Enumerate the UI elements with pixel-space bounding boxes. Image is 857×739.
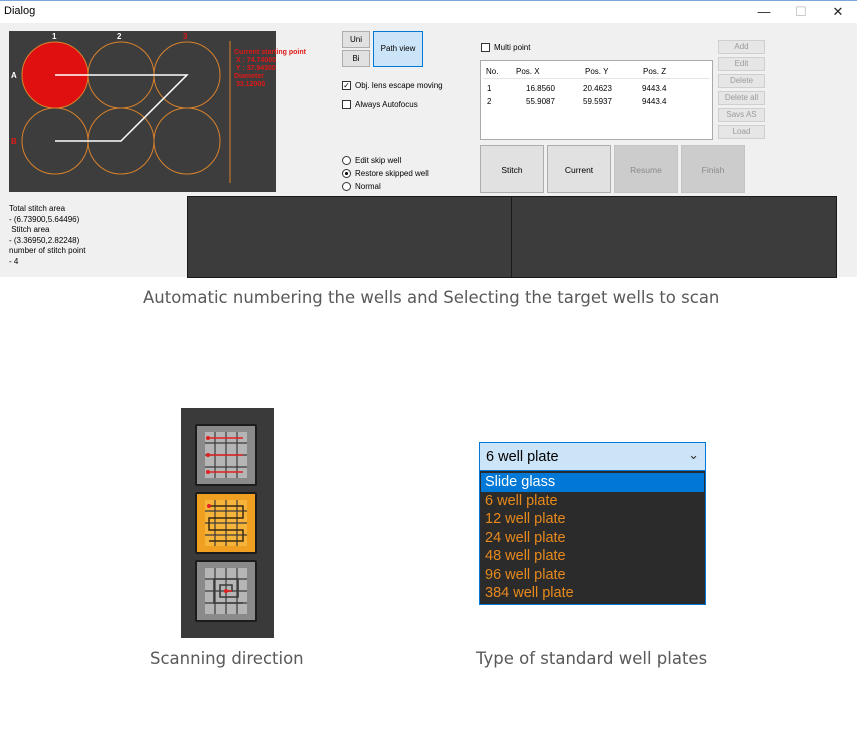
serpentine-icon <box>205 500 247 546</box>
path-view-button[interactable]: Path view <box>373 31 423 67</box>
well-plate-preview[interactable]: 1 2 3 A B Current starting point X : 74.… <box>9 31 306 192</box>
image-view-right[interactable] <box>511 196 837 278</box>
cell-pos-z: 9443.4 <box>642 84 667 93</box>
image-view-left[interactable] <box>187 196 512 278</box>
radio-normal[interactable]: Normal <box>342 182 381 191</box>
option-12-well[interactable]: 12 well plate <box>481 510 704 529</box>
column-header-pos-z[interactable]: Pos. Z <box>643 67 666 76</box>
well-b3[interactable] <box>153 107 221 175</box>
option-96-well[interactable]: 96 well plate <box>481 566 704 585</box>
option-slide-glass[interactable]: Slide glass <box>481 473 704 492</box>
cell-pos-x: 55.9087 <box>526 97 555 106</box>
info-line: Y : 37.94300 <box>234 65 276 72</box>
scanning-direction-panel <box>181 408 274 638</box>
points-table[interactable]: No. Pos. X Pos. Y Pos. Z 1 16.8560 20.46… <box>480 60 713 140</box>
grid-rows-icon <box>205 432 247 478</box>
caption-numbering: Automatic numbering the wells and Select… <box>143 288 720 307</box>
radio-label: Restore skipped well <box>355 169 429 178</box>
column-header-pos-x[interactable]: Pos. X <box>516 67 540 76</box>
save-as-button[interactable]: Savs AS <box>718 108 765 122</box>
stats-line: - (6.73900,5.64496) <box>9 214 80 224</box>
checkmark-icon: ✓ <box>342 81 351 90</box>
checkbox-label: Multi point <box>494 43 531 52</box>
add-button[interactable]: Add <box>718 40 765 54</box>
column-label-1: 1 <box>52 32 57 41</box>
resume-button[interactable]: Resume <box>614 145 678 193</box>
uni-button[interactable]: Uni <box>342 31 370 48</box>
radio-restore-skipped-well[interactable]: Restore skipped well <box>342 169 429 178</box>
info-line: 33.12000 <box>234 81 266 88</box>
cell-pos-x: 16.8560 <box>526 84 555 93</box>
edit-button[interactable]: Edit <box>718 57 765 71</box>
stitch-stats: Total stitch area - (6.73900,5.64496) St… <box>9 204 85 267</box>
scan-unidirectional-icon[interactable] <box>195 424 257 486</box>
load-button[interactable]: Load <box>718 125 765 139</box>
row-label-b: B <box>11 137 17 146</box>
finish-button[interactable]: Finish <box>681 145 745 193</box>
column-label-3: 3 <box>183 32 188 41</box>
title-bar: Dialog — ☐ ✕ <box>0 1 857 23</box>
obj-lens-escape-checkbox[interactable]: ✓ Obj. lens escape moving <box>342 81 443 90</box>
always-autofocus-checkbox[interactable]: Always Autofocus <box>342 100 418 109</box>
current-button[interactable]: Current <box>547 145 611 193</box>
caption-well-plates: Type of standard well plates <box>476 649 708 668</box>
starting-point-info: Current starting point X : 74.74000 Y : … <box>234 49 306 89</box>
row-label-a: A <box>11 71 17 80</box>
checkbox-label: Always Autofocus <box>355 100 418 109</box>
cell-no: 1 <box>487 84 492 93</box>
close-icon[interactable]: ✕ <box>819 1 857 23</box>
radio-selected-icon <box>342 169 351 178</box>
chevron-down-icon[interactable]: ⌄ <box>688 447 699 463</box>
plate-type-options: Slide glass 6 well plate 12 well plate 2… <box>479 471 706 605</box>
info-line: Current starting point <box>234 49 306 56</box>
cell-pos-y: 20.4623 <box>583 84 612 93</box>
cell-pos-y: 59.5937 <box>583 97 612 106</box>
column-label-2: 2 <box>117 32 122 41</box>
plate-type-value: 6 well plate <box>486 449 559 465</box>
column-header-no[interactable]: No. <box>486 67 498 76</box>
info-line: Diameter <box>234 73 264 80</box>
bi-button[interactable]: Bi <box>342 50 370 67</box>
stats-line: - 4 <box>9 256 19 266</box>
info-line: X : 74.74000 <box>234 57 277 64</box>
checkbox-box <box>481 43 490 52</box>
stats-line: Stitch area <box>9 225 50 234</box>
plate-type-select[interactable]: 6 well plate ⌄ <box>479 442 706 471</box>
radio-label: Normal <box>355 182 381 191</box>
header-divider <box>483 78 710 79</box>
multi-point-checkbox[interactable]: Multi point <box>481 43 530 52</box>
maximize-icon[interactable]: ☐ <box>782 1 820 23</box>
delete-button[interactable]: Delete <box>718 74 765 88</box>
window-title: Dialog <box>4 5 36 17</box>
scan-spiral-icon[interactable] <box>195 560 257 622</box>
caption-scanning-direction: Scanning direction <box>150 649 304 668</box>
option-48-well[interactable]: 48 well plate <box>481 547 704 566</box>
radio-label: Edit skip well <box>355 156 402 165</box>
stats-line: - (3.36950,2.82248) <box>9 235 80 245</box>
option-6-well[interactable]: 6 well plate <box>481 492 704 511</box>
checkbox-box <box>342 100 351 109</box>
radio-edit-skip-well[interactable]: Edit skip well <box>342 156 401 165</box>
stitch-button[interactable]: Stitch <box>480 145 544 193</box>
minimize-icon[interactable]: — <box>745 1 783 23</box>
delete-all-button[interactable]: Delete all <box>718 91 765 105</box>
stats-line: Total stitch area <box>9 204 66 213</box>
spiral-icon <box>205 568 247 614</box>
option-24-well[interactable]: 24 well plate <box>481 529 704 548</box>
option-384-well[interactable]: 384 well plate <box>481 584 704 603</box>
cell-pos-z: 9443.4 <box>642 97 667 106</box>
radio-icon <box>342 156 351 165</box>
stats-line: number of stitch point <box>9 246 86 255</box>
scan-bidirectional-icon[interactable] <box>195 492 257 554</box>
column-header-pos-y[interactable]: Pos. Y <box>585 67 608 76</box>
dialog-window: Dialog — ☐ ✕ 1 2 3 A B Current starting … <box>0 0 857 278</box>
radio-icon <box>342 182 351 191</box>
checkbox-label: Obj. lens escape moving <box>355 81 443 90</box>
cell-no: 2 <box>487 97 492 106</box>
